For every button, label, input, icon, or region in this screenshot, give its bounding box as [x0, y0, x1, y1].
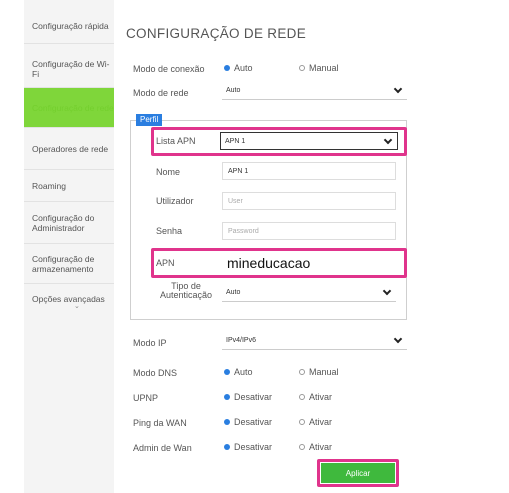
- user-input[interactable]: User: [222, 192, 396, 210]
- sidebar-item-roaming[interactable]: Roaming: [24, 170, 114, 202]
- apply-highlight: [317, 459, 399, 487]
- wan-ping-on-radio[interactable]: Ativar: [299, 417, 332, 427]
- user-label: Utilizador: [156, 196, 194, 206]
- connection-mode-auto-radio[interactable]: Auto: [224, 63, 253, 73]
- auth-type-label: Tipo de Autenticação: [159, 281, 213, 300]
- sidebar-item-quick-setup[interactable]: Configuração rápida: [24, 8, 114, 44]
- sidebar-item-label: Configuração de Wi-Fi: [32, 58, 110, 79]
- main-panel: CONFIGURAÇÃO DE REDE Modo de conexão Aut…: [114, 0, 509, 493]
- sidebar-item-label: Roaming: [32, 180, 67, 191]
- chevron-down-icon: [393, 334, 403, 344]
- dns-mode-auto-radio[interactable]: Auto: [224, 367, 253, 377]
- wan-ping-label: Ping da WAN: [133, 418, 187, 428]
- sidebar-item-storage[interactable]: Configuração de armazenamento: [24, 244, 114, 284]
- radio-label: Auto: [234, 367, 253, 377]
- page-title: CONFIGURAÇÃO DE REDE: [126, 26, 307, 41]
- radio-unselected-icon: [299, 65, 305, 71]
- radio-selected-icon: [224, 65, 230, 71]
- chevron-down-icon: [382, 286, 392, 296]
- radio-label: Desativar: [234, 392, 273, 402]
- radio-selected-icon: [224, 369, 230, 375]
- network-mode-label: Modo de rede: [133, 88, 189, 98]
- radio-label: Manual: [309, 63, 339, 73]
- connection-mode-label: Modo de conexão: [133, 64, 205, 74]
- password-input[interactable]: Password: [222, 222, 396, 240]
- radio-label: Ativar: [309, 417, 333, 427]
- radio-label: Manual: [309, 367, 339, 377]
- sidebar-item-advanced[interactable]: Opções avançadas: [24, 284, 114, 314]
- chevron-down-icon: [393, 84, 403, 94]
- radio-label: Auto: [234, 63, 253, 73]
- radio-label: Ativar: [309, 392, 333, 402]
- sidebar-item-label: Configuração de rede: [32, 102, 114, 113]
- dns-mode-manual-radio[interactable]: Manual: [299, 367, 339, 377]
- chevron-down-icon[interactable]: ⌄: [74, 302, 80, 310]
- name-label: Nome: [156, 167, 181, 177]
- radio-unselected-icon: [299, 444, 305, 450]
- ip-mode-select[interactable]: IPv4/IPv6: [222, 332, 407, 350]
- radio-label: Desativar: [234, 417, 273, 427]
- connection-mode-manual-radio[interactable]: Manual: [299, 63, 339, 73]
- dns-mode-label: Modo DNS: [133, 368, 178, 378]
- auth-type-select[interactable]: Auto: [222, 284, 396, 302]
- select-value: IPv4/IPv6: [226, 337, 256, 344]
- wan-admin-on-radio[interactable]: Ativar: [299, 442, 332, 452]
- sidebar-item-wifi[interactable]: Configuração de Wi-Fi: [24, 50, 114, 88]
- sidebar-item-label: Opções avançadas: [32, 294, 105, 304]
- radio-label: Ativar: [309, 442, 333, 452]
- sidebar-item-label: Operadores de rede: [32, 143, 109, 154]
- sidebar-item-admin[interactable]: Configuração do Administrador: [24, 202, 114, 244]
- name-input[interactable]: APN 1: [222, 162, 396, 180]
- radio-label: Desativar: [234, 442, 273, 452]
- radio-selected-icon: [224, 444, 230, 450]
- sidebar-item-operators[interactable]: Operadores de rede: [24, 128, 114, 170]
- wan-admin-label: Admin de Wan: [133, 443, 192, 453]
- radio-selected-icon: [224, 394, 230, 400]
- apn-highlight: [151, 248, 407, 278]
- select-value: Auto: [226, 289, 241, 296]
- sidebar: Configuração rápida Configuração de Wi-F…: [24, 0, 114, 493]
- wan-ping-off-radio[interactable]: Desativar: [224, 417, 272, 427]
- sidebar-item-network[interactable]: Configuração de rede: [24, 88, 114, 128]
- ip-mode-label: Modo IP: [133, 338, 167, 348]
- upnp-on-radio[interactable]: Ativar: [299, 392, 332, 402]
- wan-admin-off-radio[interactable]: Desativar: [224, 442, 272, 452]
- select-value: Auto: [226, 87, 241, 94]
- upnp-off-radio[interactable]: Desativar: [224, 392, 272, 402]
- network-mode-select[interactable]: Auto: [222, 82, 407, 100]
- radio-unselected-icon: [299, 369, 305, 375]
- sidebar-item-label: Configuração rápida: [32, 20, 109, 31]
- sidebar-item-label: Configuração do Administrador: [32, 212, 95, 233]
- sidebar-item-label: Configuração de armazenamento: [32, 253, 95, 274]
- radio-selected-icon: [224, 419, 230, 425]
- profile-legend: Perfil: [136, 114, 163, 126]
- radio-unselected-icon: [299, 419, 305, 425]
- password-label: Senha: [156, 226, 183, 236]
- radio-unselected-icon: [299, 394, 305, 400]
- upnp-label: UPNP: [133, 393, 159, 403]
- apn-list-highlight: [151, 127, 407, 156]
